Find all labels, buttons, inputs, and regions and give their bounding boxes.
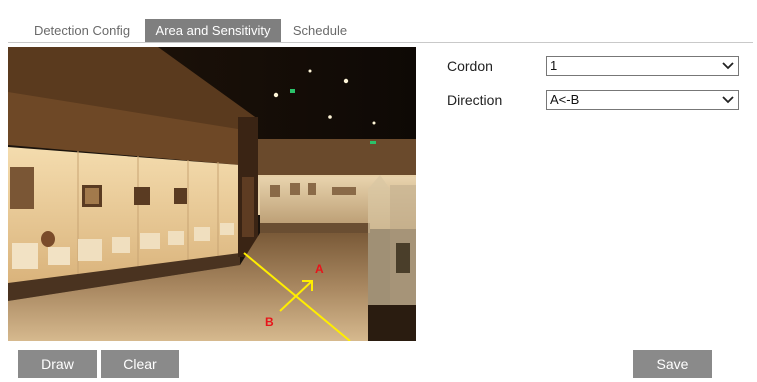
tab-detection-config[interactable]: Detection Config [20, 19, 144, 42]
clear-button[interactable]: Clear [101, 350, 179, 378]
draw-button[interactable]: Draw [18, 350, 97, 378]
direction-select[interactable]: A<-B [546, 90, 739, 110]
direction-value: A<-B [550, 92, 580, 107]
cordon-value: 1 [550, 58, 558, 73]
direction-label: Direction [447, 92, 503, 108]
camera-preview[interactable]: A B [8, 47, 416, 341]
tab-schedule[interactable]: Schedule [282, 19, 358, 42]
museum-gallery-image [8, 47, 416, 341]
cordon-select[interactable]: 1 [546, 56, 739, 76]
tab-bar: Detection Config Area and Sensitivity Sc… [8, 19, 753, 42]
marker-a-label: A [315, 262, 324, 276]
tab-divider [8, 42, 753, 43]
marker-b-label: B [265, 315, 274, 329]
tab-area-and-sensitivity[interactable]: Area and Sensitivity [145, 19, 281, 42]
chevron-down-icon [722, 62, 734, 70]
detection-settings-panel: Detection Config Area and Sensitivity Sc… [0, 0, 757, 382]
cordon-label: Cordon [447, 58, 493, 74]
save-button[interactable]: Save [633, 350, 712, 378]
chevron-down-icon [722, 96, 734, 104]
